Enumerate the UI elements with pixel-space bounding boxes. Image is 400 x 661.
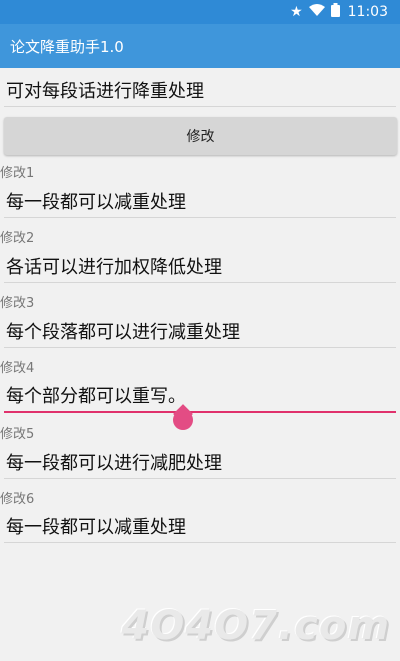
- result-label-2: 修改2: [0, 231, 35, 246]
- status-time: 11:03: [347, 4, 388, 20]
- result-field-6[interactable]: 每一段都可以减重处理: [4, 509, 396, 543]
- result-label-5: 修改5: [0, 427, 35, 442]
- result-field-2[interactable]: 各话可以进行加权降低处理: [4, 249, 396, 283]
- result-label-6: 修改6: [0, 492, 35, 507]
- result-field-3[interactable]: 每个段落都可以进行减重处理: [4, 314, 396, 348]
- result-label-4: 修改4: [0, 361, 35, 376]
- app-bar: 论文降重助手1.0: [0, 24, 400, 68]
- watermark-logo: 4O4O7.com: [121, 603, 390, 649]
- status-bar: ★ 11:03: [0, 0, 400, 24]
- battery-icon: [330, 3, 340, 21]
- status-icons: ★: [290, 3, 340, 21]
- submit-button[interactable]: 修改: [4, 117, 397, 155]
- star-icon: ★: [290, 4, 303, 20]
- wifi-icon: [308, 4, 325, 20]
- result-field-5[interactable]: 每一段都可以进行减肥处理: [4, 445, 396, 479]
- text-cursor-handle[interactable]: [173, 410, 193, 430]
- source-text-input[interactable]: 可对每段话进行降重处理: [4, 73, 396, 107]
- result-field-4[interactable]: 每个部分都可以重写。: [4, 379, 396, 413]
- result-field-1[interactable]: 每一段都可以减重处理: [4, 184, 396, 218]
- app-title: 论文降重助手1.0: [10, 37, 124, 56]
- result-label-1: 修改1: [0, 166, 35, 181]
- result-label-3: 修改3: [0, 296, 35, 311]
